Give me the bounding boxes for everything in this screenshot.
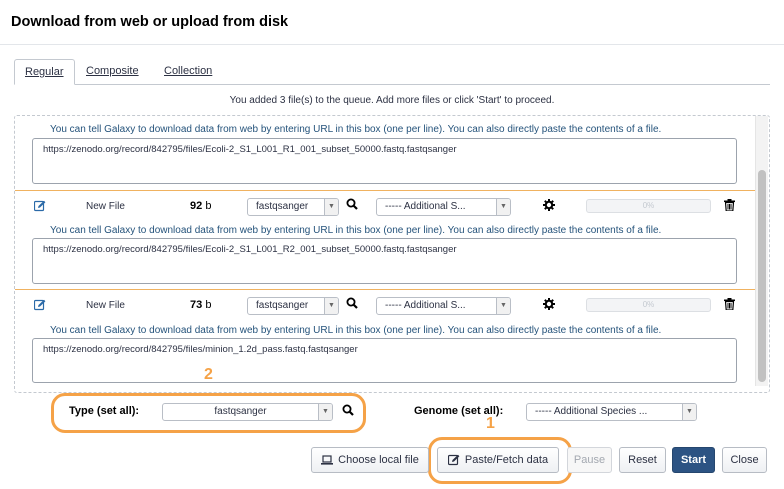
search-icon[interactable] <box>346 297 358 309</box>
chevron-down-icon: ▼ <box>318 404 332 420</box>
chevron-down-icon: ▼ <box>496 199 510 215</box>
genome-set-all-select[interactable]: ----- Additional Species ... ▼ <box>526 403 697 421</box>
file-name: New File <box>86 201 125 212</box>
close-button[interactable]: Close <box>722 447 767 473</box>
row-divider <box>15 289 755 290</box>
url-textarea[interactable]: https://zenodo.org/record/842795/files/m… <box>32 338 737 383</box>
tab-regular[interactable]: Regular <box>14 59 75 85</box>
chevron-down-icon: ▼ <box>324 199 338 215</box>
url-hint: You can tell Galaxy to download data fro… <box>50 124 662 135</box>
file-size-unit: b <box>205 299 212 311</box>
file-size-value: 92 <box>190 200 203 212</box>
annotation-2: 2 <box>204 366 213 383</box>
search-icon[interactable] <box>346 198 358 210</box>
file-size-value: 73 <box>190 299 203 311</box>
genome-value: ----- Additional S... <box>385 300 466 311</box>
gear-icon[interactable] <box>543 199 555 211</box>
reset-button[interactable]: Reset <box>619 447 666 473</box>
laptop-icon <box>321 455 334 465</box>
file-size-unit: b <box>205 200 212 212</box>
genome-value: ----- Additional S... <box>385 201 466 212</box>
upload-progress: 0% <box>586 199 711 213</box>
file-type-value: fastqsanger <box>256 201 309 212</box>
pause-button[interactable]: Pause <box>567 447 612 473</box>
scrollbar-thumb[interactable] <box>758 170 766 382</box>
url-hint: You can tell Galaxy to download data fro… <box>50 325 662 336</box>
type-set-all-label: Type (set all): <box>69 405 140 417</box>
file-size: 73 b <box>190 299 211 311</box>
tab-composite[interactable]: Composite <box>76 59 149 85</box>
upload-progress: 0% <box>586 298 711 312</box>
annotation-1: 1 <box>486 415 495 432</box>
chevron-down-icon: ▼ <box>682 404 696 420</box>
choose-local-file-label: Choose local file <box>338 454 419 466</box>
header-divider <box>0 44 784 45</box>
paste-fetch-button[interactable]: Paste/Fetch data <box>437 447 559 473</box>
gear-icon[interactable] <box>543 298 555 310</box>
file-type-select[interactable]: fastqsanger ▼ <box>247 297 339 315</box>
tab-bar: Regular Composite Collection <box>14 59 770 85</box>
url-hint: You can tell Galaxy to download data fro… <box>50 225 662 236</box>
row-divider <box>15 190 755 191</box>
file-name: New File <box>86 300 125 311</box>
edit-icon[interactable] <box>34 200 46 212</box>
trash-icon[interactable] <box>724 298 735 310</box>
file-type-value: fastqsanger <box>256 300 309 311</box>
start-button[interactable]: Start <box>672 447 715 473</box>
queue-info: You added 3 file(s) to the queue. Add mo… <box>229 95 555 106</box>
paste-fetch-label: Paste/Fetch data <box>464 454 549 466</box>
genome-set-all-value: ----- Additional Species ... <box>535 406 648 417</box>
trash-icon[interactable] <box>724 199 735 211</box>
url-textarea[interactable]: https://zenodo.org/record/842795/files/E… <box>32 138 737 184</box>
choose-local-file-button[interactable]: Choose local file <box>311 447 429 473</box>
edit-icon <box>447 454 460 466</box>
type-set-all-value: fastqsanger <box>214 406 267 417</box>
tab-collection[interactable]: Collection <box>154 59 222 85</box>
chevron-down-icon: ▼ <box>324 298 338 314</box>
url-textarea[interactable]: https://zenodo.org/record/842795/files/E… <box>32 238 737 284</box>
edit-icon[interactable] <box>34 299 46 311</box>
file-type-select[interactable]: fastqsanger ▼ <box>247 198 339 216</box>
dialog-title: Download from web or upload from disk <box>11 14 289 30</box>
genome-select[interactable]: ----- Additional S... ▼ <box>376 198 511 216</box>
genome-select[interactable]: ----- Additional S... ▼ <box>376 297 511 315</box>
type-set-all-select[interactable]: fastqsanger ▼ <box>162 403 333 421</box>
file-size: 92 b <box>190 200 211 212</box>
search-icon[interactable] <box>342 404 354 416</box>
chevron-down-icon: ▼ <box>496 298 510 314</box>
